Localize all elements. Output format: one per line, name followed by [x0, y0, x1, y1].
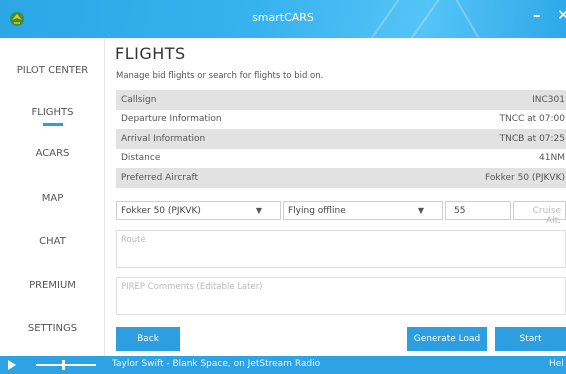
- radio-player-bar: Taylor Swift - Blank Space, on JetStream…: [0, 356, 566, 374]
- info-label: Distance: [121, 153, 161, 164]
- chevron-down-icon: ▼: [255, 206, 262, 215]
- sidebar-item-label: SETTINGS: [27, 323, 78, 334]
- info-label: Departure Information: [121, 114, 222, 125]
- page-subtitle: Manage bid flights or search for flights…: [116, 71, 324, 81]
- network-select[interactable]: Flying offline ▼: [283, 201, 443, 220]
- sidebar-item-settings[interactable]: SETTINGS: [0, 323, 105, 334]
- sidebar-item-label: ACARS: [35, 148, 70, 159]
- sidebar-item-label: MAP: [41, 193, 64, 204]
- cruise-altitude-input[interactable]: Cruise Alt.: [513, 201, 566, 226]
- volume-slider[interactable]: [36, 360, 96, 370]
- pirep-comments-field[interactable]: PIREP Comments (Editable Later): [116, 277, 566, 315]
- passengers-input[interactable]: 55: [445, 201, 511, 220]
- chevron-down-icon: ▼: [417, 206, 424, 215]
- pirep-comments-placeholder: PIREP Comments (Editable Later): [121, 282, 263, 292]
- flights-panel: FLIGHTS Manage bid flights or search for…: [105, 38, 566, 356]
- generate-load-button[interactable]: Generate Load: [407, 327, 487, 351]
- info-value: TNCC at 07:00: [499, 114, 565, 125]
- info-value: 41NM: [539, 153, 565, 164]
- sidebar-item-acars[interactable]: ACARS: [0, 148, 105, 159]
- info-row-arrival: Arrival Information TNCB at 07:25: [116, 129, 566, 149]
- network-select-value: Flying offline: [288, 206, 346, 216]
- sidebar-item-pilot-center[interactable]: PILOT CENTER: [0, 65, 105, 76]
- info-row-departure: Departure Information TNCC at 07:00: [116, 109, 566, 129]
- sidebar-item-label: PILOT CENTER: [16, 65, 89, 76]
- flight-info-table: Callsign INC301 Departure Information TN…: [116, 90, 566, 188]
- minimize-button[interactable]: –: [533, 6, 541, 24]
- now-playing-text: Taylor Swift - Blank Space, on JetStream…: [112, 359, 321, 369]
- active-indicator: [42, 123, 63, 126]
- route-field[interactable]: Route: [116, 230, 566, 268]
- info-value: INC301: [532, 94, 565, 105]
- volume-slider-handle[interactable]: [62, 360, 65, 370]
- info-row-distance: Distance 41NM: [116, 148, 566, 168]
- start-button[interactable]: Start: [495, 327, 566, 351]
- info-value: Fokker 50 (PJKVK): [485, 172, 565, 183]
- info-label: Callsign: [121, 94, 157, 105]
- sidebar-item-map[interactable]: MAP: [0, 193, 105, 204]
- info-label: Arrival Information: [121, 133, 206, 144]
- info-row-preferred-aircraft: Preferred Aircraft Fokker 50 (PJKVK): [116, 168, 566, 188]
- play-icon[interactable]: [8, 360, 16, 370]
- close-button[interactable]: ✕: [557, 6, 566, 24]
- passengers-value: 55: [454, 206, 466, 216]
- sidebar-item-chat[interactable]: CHAT: [0, 236, 105, 247]
- cruise-altitude-placeholder: Cruise Alt.: [532, 206, 561, 226]
- aircraft-select[interactable]: Fokker 50 (PJKVK) ▼: [116, 201, 281, 220]
- info-value: TNCB at 07:25: [499, 133, 565, 144]
- route-placeholder: Route: [121, 235, 146, 245]
- sidebar-nav: PILOT CENTER FLIGHTS ACARS MAP CHAT PREM…: [0, 38, 105, 356]
- sidebar-item-label: PREMIUM: [29, 280, 76, 291]
- sidebar-item-label: FLIGHTS: [31, 107, 74, 118]
- sidebar-item-flights[interactable]: FLIGHTS: [0, 107, 105, 126]
- back-button[interactable]: Back: [116, 327, 180, 351]
- page-title: FLIGHTS: [115, 44, 186, 63]
- info-label: Preferred Aircraft: [121, 172, 199, 183]
- window-title: smartCARS: [252, 11, 314, 24]
- aircraft-select-value: Fokker 50 (PJKVK): [121, 206, 201, 216]
- title-bar: smartCARS – ✕: [0, 0, 566, 38]
- info-row-callsign: Callsign INC301: [116, 90, 566, 110]
- sidebar-item-label: CHAT: [39, 236, 66, 247]
- help-link[interactable]: Hel: [549, 359, 564, 369]
- sidebar-item-premium[interactable]: PREMIUM: [0, 280, 105, 291]
